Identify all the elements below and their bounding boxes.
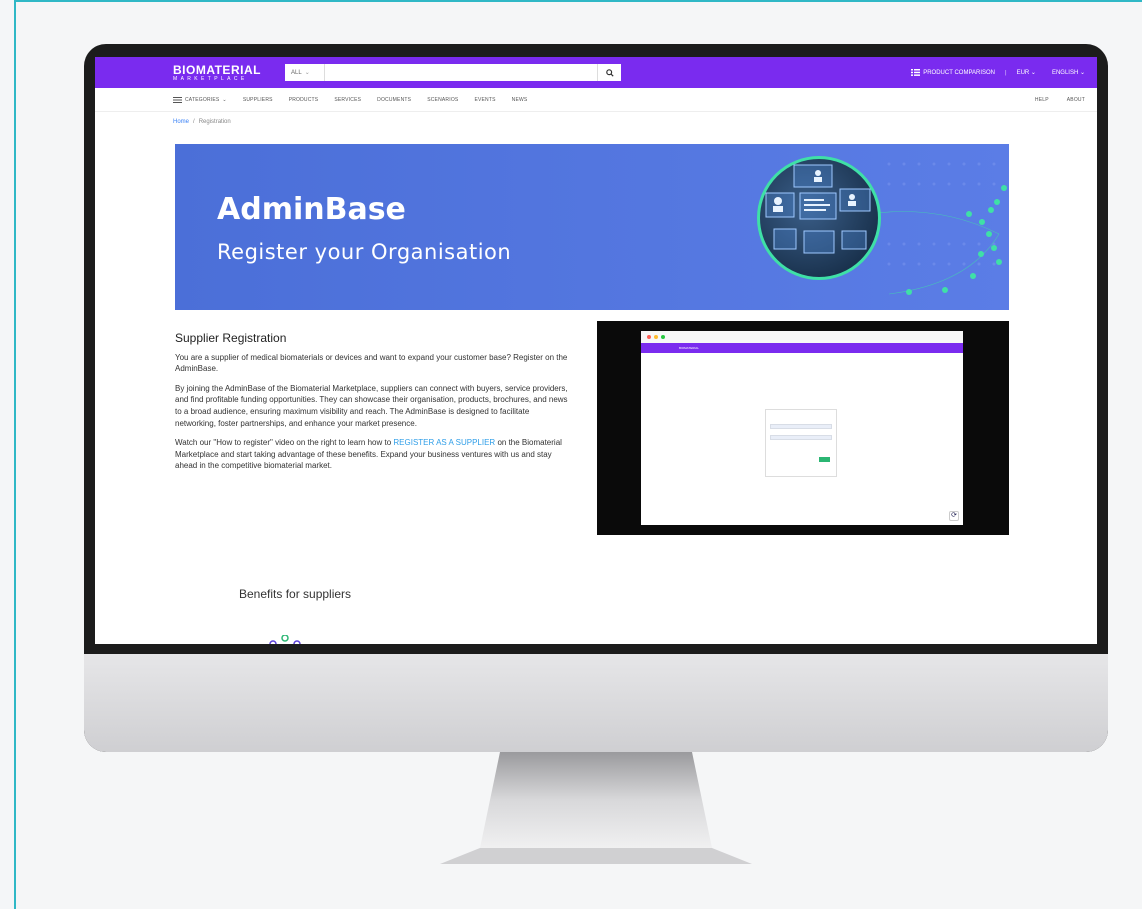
paragraph-video-cta: Watch our "How to register" video on the… <box>175 437 569 472</box>
monitor: BIOMATERIAL MARKETPLACE ALL ⌄ PRODUCT CO… <box>84 44 1108 752</box>
banner-subtitle: Register your Organisation <box>217 240 512 264</box>
search-button[interactable] <box>597 64 621 81</box>
monitor-stand <box>440 752 752 864</box>
nav-item-news[interactable]: NEWS <box>512 97 528 103</box>
search-input[interactable] <box>325 64 597 81</box>
chevron-down-icon: ⌄ <box>222 96 227 103</box>
nav-item-categories[interactable]: CATEGORIES ⌄ <box>173 96 227 103</box>
chevron-down-icon: ⌄ <box>1079 70 1085 76</box>
currency-select[interactable]: EUR ⌄ <box>1017 69 1036 76</box>
paragraph-intro: You are a supplier of medical biomateria… <box>175 352 568 374</box>
close-dot-icon <box>647 335 651 339</box>
language-select[interactable]: ENGLISH ⌄ <box>1052 69 1085 76</box>
menu-icon <box>173 96 182 103</box>
nav-item-help[interactable]: HELP <box>1035 97 1049 103</box>
video-logo: BIOMATERIAL <box>679 346 699 350</box>
nav-item-products[interactable]: PRODUCTS <box>289 97 319 103</box>
chevron-down-icon: ⌄ <box>304 70 310 76</box>
video-page-body: ⟳ <box>641 353 963 525</box>
nav-item-about[interactable]: ABOUT <box>1067 97 1085 103</box>
site-logo[interactable]: BIOMATERIAL MARKETPLACE <box>173 64 273 82</box>
nav-right: HELP ABOUT <box>1035 88 1085 112</box>
video-email-field <box>770 424 832 429</box>
network-icon <box>269 635 301 644</box>
nav-item-documents[interactable]: DOCUMENTS <box>377 97 411 103</box>
video-login-form <box>765 409 837 477</box>
search-category-select[interactable]: ALL ⌄ <box>285 64 325 81</box>
header-divider: | <box>1005 69 1007 76</box>
profile-cards-icon <box>765 164 871 254</box>
logo-sub-text: MARKETPLACE <box>173 75 248 82</box>
maximize-dot-icon <box>661 335 665 339</box>
video-browser-window: BIOMATERIAL ⟳ <box>641 331 963 525</box>
language-label: ENGLISH <box>1051 70 1079 76</box>
video-settings-icon: ⟳ <box>949 511 959 521</box>
chevron-down-icon: ⌄ <box>1030 70 1036 76</box>
breadcrumb-separator: / <box>193 119 195 125</box>
nav-item-events[interactable]: EVENTS <box>474 97 495 103</box>
product-comparison-link[interactable]: PRODUCT COMPARISON <box>911 69 995 76</box>
paragraph-details: By joining the AdminBase of the Biomater… <box>175 383 568 428</box>
search-icon <box>605 68 614 77</box>
product-comparison-label: PRODUCT COMPARISON <box>923 69 996 76</box>
nav-item-scenarios[interactable]: SCENARIOS <box>427 97 458 103</box>
cta-text-before: Watch our "How to register" video on the… <box>175 438 394 448</box>
section-heading: Supplier Registration <box>175 331 287 345</box>
monitor-chin <box>84 654 1108 752</box>
nav-item-suppliers[interactable]: SUPPLIERS <box>243 97 273 103</box>
website-screen: BIOMATERIAL MARKETPLACE ALL ⌄ PRODUCT CO… <box>95 57 1097 644</box>
benefits-heading: Benefits for suppliers <box>239 587 352 601</box>
header-right: PRODUCT COMPARISON | EUR ⌄ ENGLISH ⌄ <box>911 57 1085 88</box>
nav-label: CATEGORIES <box>185 96 220 103</box>
admin-illustration <box>757 156 881 280</box>
video-window-chrome <box>641 331 963 343</box>
breadcrumb-current: Registration <box>198 119 231 125</box>
currency-label: EUR <box>1016 70 1030 76</box>
breadcrumb-home[interactable]: Home <box>173 119 189 125</box>
minimize-dot-icon <box>654 335 658 339</box>
register-supplier-link[interactable]: REGISTER AS A SUPPLIER <box>393 438 495 447</box>
site-header: BIOMATERIAL MARKETPLACE ALL ⌄ PRODUCT CO… <box>95 57 1097 88</box>
list-icon <box>911 69 921 76</box>
how-to-register-video[interactable]: BIOMATERIAL ⟳ <box>597 321 1009 535</box>
video-site-header: BIOMATERIAL <box>641 343 963 353</box>
banner-title: AdminBase <box>217 192 406 227</box>
video-password-field <box>770 435 832 440</box>
breadcrumb: Home / Registration <box>95 112 1097 132</box>
main-nav: CATEGORIES ⌄ SUPPLIERS PRODUCTS SERVICES… <box>95 88 1097 112</box>
search-category-label: ALL <box>291 69 302 76</box>
registration-text: Supplier Registration You are a supplier… <box>175 331 569 480</box>
search-bar: ALL ⌄ <box>285 64 621 81</box>
logo-main-text: BIOMATERIAL <box>173 62 261 77</box>
hero-banner: AdminBase Register your Organisation <box>175 144 1009 310</box>
video-frame: BIOMATERIAL ⟳ <box>641 331 963 525</box>
video-login-button <box>819 457 830 462</box>
nav-item-services[interactable]: SERVICES <box>334 97 361 103</box>
